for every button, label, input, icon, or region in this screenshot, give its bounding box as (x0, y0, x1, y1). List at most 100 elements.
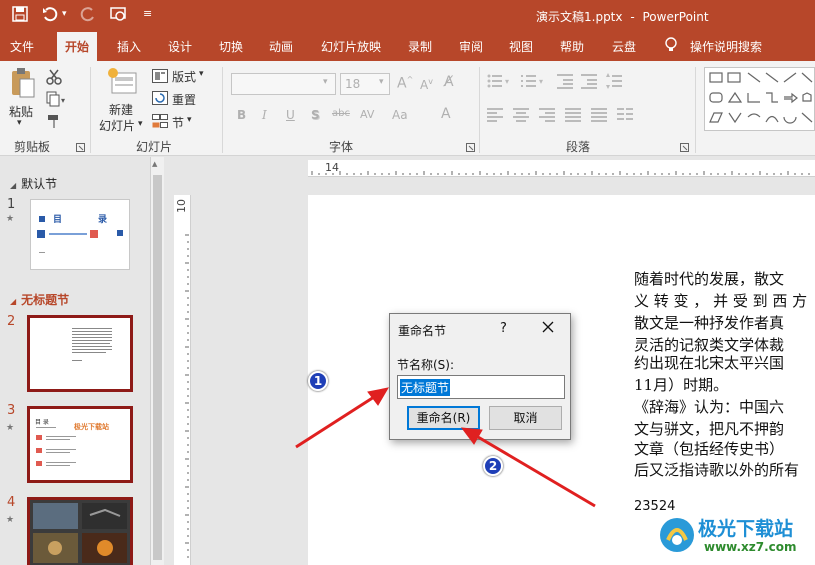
slide-text-line: 《辞海》认为：中国六 (634, 398, 785, 416)
clipboard-group-label: 剪贴板 (14, 140, 51, 154)
shapes-gallery[interactable] (704, 67, 815, 131)
layout-icon[interactable] (152, 69, 168, 83)
slide-text-line: 文与骈文，把凡不押韵 (634, 420, 785, 438)
start-presentation-icon[interactable] (110, 6, 128, 24)
tab-view[interactable]: 视图 (509, 38, 533, 55)
new-slide-icon[interactable] (106, 67, 138, 97)
star-icon: ★ (6, 214, 15, 224)
decrease-indent-icon (557, 73, 573, 89)
scrollbar-thumb[interactable] (153, 175, 162, 560)
ribbon-tab-bar: 文件 开始 插入 设计 切换 动画 幻灯片放映 录制 审阅 视图 帮助 云盘 操… (0, 31, 815, 61)
lightbulb-icon (664, 37, 678, 53)
slide-text-line: 随着时代的发展，散文 (634, 270, 785, 288)
tab-home[interactable]: 开始 (57, 32, 98, 61)
align-right-icon (539, 108, 555, 122)
paste-icon[interactable] (10, 67, 36, 103)
tab-slideshow[interactable]: 幻灯片放映 (321, 38, 381, 55)
thumbnail-1-title-b: 录 (98, 215, 108, 225)
bold-button: B (237, 108, 247, 122)
section-untitled[interactable]: ◢ 无标题节 (10, 291, 69, 308)
new-slide-label-line1[interactable]: 新建 (109, 101, 133, 118)
align-center-icon (513, 108, 529, 122)
cancel-button[interactable]: 取消 (489, 406, 562, 430)
scroll-up-icon[interactable]: ▲ (152, 160, 157, 168)
slide-text-line: 散文是一种抒发作者真 (634, 314, 785, 332)
slide-thumbnail-3[interactable]: 目 录 极光下载站 (27, 406, 133, 483)
copy-icon[interactable]: ▾ (46, 91, 66, 107)
ruler-label: 10 (175, 199, 188, 213)
font-launcher-icon[interactable] (466, 143, 475, 152)
distributed-icon (591, 108, 607, 122)
paste-dropdown-icon[interactable]: ▾ (17, 118, 22, 128)
tell-me-search[interactable]: 操作说明搜索 (690, 38, 762, 55)
slide-thumbnail-1[interactable]: 目 录 (30, 199, 130, 270)
section-label[interactable]: 节 (172, 114, 184, 131)
strikethrough-button: abc (332, 108, 350, 119)
layout-label[interactable]: 版式 (172, 68, 196, 85)
increase-indent-icon (581, 73, 597, 89)
title-bar: ▾ ≡ 演示文稿1.pptx - PowerPoint (0, 0, 815, 31)
rename-section-dialog: 重命名节 ? 节名称(S): 无标题节 重命名(R) 取消 (389, 313, 571, 440)
tab-review[interactable]: 审阅 (459, 38, 483, 55)
undo-dropdown-icon[interactable]: ▾ (62, 9, 80, 27)
font-name-dropdown-icon[interactable]: ▾ (323, 77, 328, 87)
paragraph-launcher-icon[interactable] (680, 143, 689, 152)
increase-font-icon: A^ (397, 75, 414, 92)
reset-icon[interactable] (152, 91, 168, 105)
customize-toolbar-icon[interactable]: ≡ (143, 7, 161, 25)
tab-file[interactable]: 文件 (10, 38, 34, 55)
format-painter-icon[interactable] (46, 113, 62, 129)
section-name-input[interactable]: 无标题节 (397, 375, 565, 399)
slide-thumbnail-2[interactable] (27, 315, 133, 392)
section-icon[interactable] (152, 114, 168, 128)
tab-animations[interactable]: 动画 (269, 38, 293, 55)
separator (695, 67, 696, 153)
thumbnail-3-label: 目 录 (35, 419, 49, 426)
ribbon: 粘贴 ▾ ▾ 剪贴板 新建 幻灯片 ▾ 版式 ▾ 重置 节 ▾ 幻灯片 ▾ 18… (0, 61, 815, 156)
clear-format-icon: A̸ (444, 74, 454, 90)
section-dropdown-icon[interactable]: ▾ (187, 115, 192, 125)
clipboard-launcher-icon[interactable] (76, 143, 85, 152)
svg-text:▾: ▾ (505, 77, 509, 86)
slide-number-3: 3 (7, 403, 16, 418)
align-left-icon (487, 108, 503, 122)
shadow-button: S (311, 108, 320, 122)
tab-design[interactable]: 设计 (168, 38, 192, 55)
star-icon: ★ (6, 423, 15, 433)
font-color-button: A (441, 106, 451, 122)
watermark-logo (658, 516, 696, 554)
slide-text-line: 义 转 变 ， 并 受 到 西 方 (634, 292, 808, 310)
slide-thumbnail-4[interactable] (27, 497, 133, 565)
section-collapse-icon[interactable]: ◢ (10, 297, 16, 306)
section-default[interactable]: ◢ 默认节 (10, 175, 57, 192)
slide-thumbnail-pane: ◢ 默认节 1 ★ 目 录 ◢ 无标题节 2 3 ★ 目 录 极光下载站 4 ★ (0, 157, 150, 565)
slide-number-4: 4 (7, 495, 16, 510)
thumbnail-scrollbar[interactable]: ▲ (150, 157, 164, 565)
cut-icon[interactable] (46, 69, 62, 85)
section-name-value: 无标题节 (400, 379, 451, 396)
thumbnail-3-title: 极光下载站 (74, 423, 109, 431)
help-button[interactable]: ? (500, 321, 507, 336)
slide-text-line: 约出现在北宋太平兴国 (634, 354, 785, 372)
undo-icon[interactable] (42, 6, 60, 24)
tab-record[interactable]: 录制 (408, 38, 432, 55)
layout-dropdown-icon[interactable]: ▾ (199, 69, 204, 79)
rename-button[interactable]: 重命名(R) (407, 406, 480, 430)
tab-cloud[interactable]: 云盘 (612, 38, 636, 55)
columns-icon (617, 108, 633, 122)
font-group-label: 字体 (329, 140, 354, 154)
tab-transitions[interactable]: 切换 (219, 38, 243, 55)
new-slide-dropdown-icon[interactable]: ▾ (138, 119, 143, 129)
section-untitled-label: 无标题节 (21, 293, 70, 307)
reset-label[interactable]: 重置 (172, 91, 196, 108)
star-icon: ★ (6, 515, 15, 525)
font-name-combo[interactable] (231, 73, 336, 95)
font-size-dropdown-icon[interactable]: ▾ (379, 77, 384, 87)
section-collapse-icon[interactable]: ◢ (10, 181, 16, 190)
save-icon[interactable] (12, 6, 30, 24)
tab-insert[interactable]: 插入 (117, 38, 141, 55)
new-slide-label-line2[interactable]: 幻灯片 (99, 117, 135, 134)
close-icon[interactable] (540, 319, 556, 335)
section-name-label: 节名称(S): (397, 358, 455, 372)
tab-help[interactable]: 帮助 (560, 38, 584, 55)
